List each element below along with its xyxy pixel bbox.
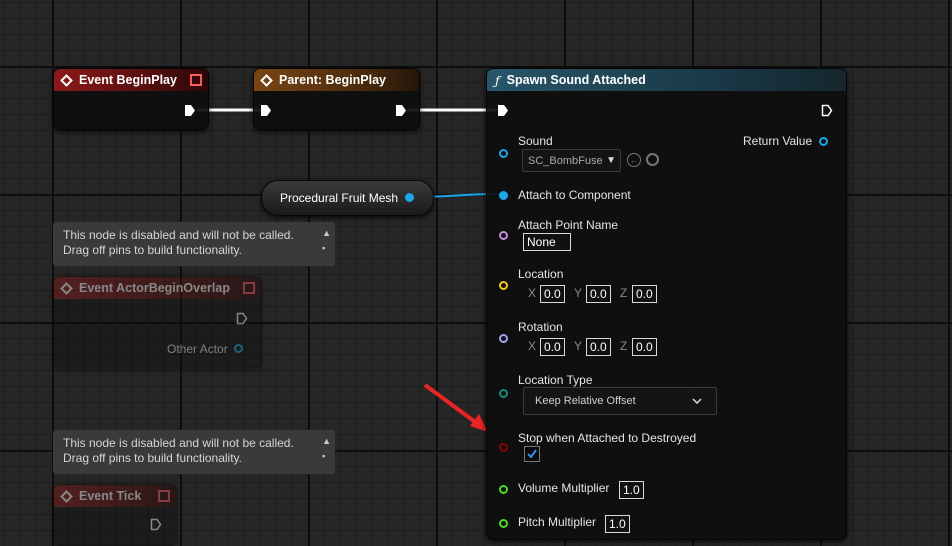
disabled-node-comment: This node is disabled and will not be ca… (53, 430, 335, 474)
attach-to-component-label: Attach to Component (518, 188, 631, 202)
location-label: Location (518, 267, 564, 281)
sound-pin[interactable] (499, 149, 508, 158)
comment-line-2: Drag off pins to build functionality. (63, 243, 242, 257)
disabled-node-comment: This node is disabled and will not be ca… (53, 222, 335, 266)
other-actor-label: Other Actor (167, 342, 228, 356)
chevron-down-icon: ▼ (606, 155, 616, 166)
comment-line-2: Drag off pins to build functionality. (63, 451, 242, 465)
comment-line-1: This node is disabled and will not be ca… (63, 228, 294, 242)
return-value-label: Return Value (743, 134, 813, 148)
spawn-sound-attached-node[interactable]: ƒ Spawn Sound Attached Sound SC_BombFuse… (486, 68, 847, 540)
delegate-pin-icon[interactable] (158, 490, 170, 502)
rotation-z-field[interactable]: 0.0 (632, 338, 657, 356)
location-type-label: Location Type (518, 373, 593, 387)
other-actor-pin[interactable] (234, 344, 243, 353)
volume-multiplier-field[interactable]: 1.0 (619, 481, 644, 499)
sound-label: Sound (518, 134, 553, 148)
procedural-fruit-mesh-node[interactable]: Procedural Fruit Mesh (261, 180, 434, 216)
location-y-field[interactable]: 0.0 (586, 285, 611, 303)
location-x-axis-label: X (528, 286, 537, 300)
stop-when-destroyed-label: Stop when Attached to Destroyed (518, 431, 697, 445)
pitch-multiplier-field[interactable]: 1.0 (605, 515, 630, 533)
node-header: Event BeginPlay (54, 69, 208, 91)
exec-out-pin[interactable] (150, 518, 162, 531)
exec-in-pin[interactable] (260, 104, 272, 117)
node-title: Event Tick (79, 489, 142, 503)
node-title: Event BeginPlay (79, 73, 177, 87)
exec-out-pin[interactable] (395, 104, 407, 117)
pin-icon[interactable]: ▲ ▪ (322, 226, 331, 256)
parent-begin-play-node[interactable]: Parent: BeginPlay (253, 68, 420, 130)
rotation-pin[interactable] (499, 334, 508, 343)
delegate-pin-icon[interactable] (190, 74, 202, 86)
node-header: ƒ Spawn Sound Attached (487, 69, 846, 91)
event-icon (260, 73, 273, 87)
node-header: Parent: BeginPlay (254, 69, 419, 91)
location-y-axis-label: Y (574, 286, 583, 300)
location-type-dropdown[interactable]: Keep Relative Offset (523, 387, 717, 415)
browse-asset-search-icon[interactable] (646, 153, 659, 166)
exec-out-pin[interactable] (821, 104, 833, 117)
sound-asset-value: SC_BombFuse (528, 154, 603, 167)
event-icon (60, 489, 73, 503)
location-z-field[interactable]: 0.0 (632, 285, 657, 303)
rotation-y-field[interactable]: 0.0 (586, 338, 611, 356)
location-type-pin[interactable] (499, 389, 508, 398)
variable-name: Procedural Fruit Mesh (280, 191, 399, 205)
attach-to-component-pin[interactable] (499, 191, 508, 200)
node-title: Spawn Sound Attached (506, 73, 646, 87)
node-title: Parent: BeginPlay (279, 73, 386, 87)
exec-out-pin[interactable] (184, 104, 196, 117)
rotation-z-axis-label: Z (620, 339, 628, 353)
node-header: Event ActorBeginOverlap (54, 277, 261, 299)
variable-output-pin[interactable] (405, 193, 414, 202)
event-icon (60, 73, 73, 87)
exec-out-pin[interactable] (236, 312, 248, 325)
rotation-label: Rotation (518, 320, 563, 334)
location-z-axis-label: Z (620, 286, 628, 300)
location-x-field[interactable]: 0.0 (540, 285, 565, 303)
stop-when-destroyed-checkbox[interactable] (524, 446, 540, 462)
function-icon: ƒ (495, 72, 500, 88)
sound-asset-dropdown[interactable]: SC_BombFuse ▼ (522, 149, 621, 172)
event-begin-play-node[interactable]: Event BeginPlay (53, 68, 209, 130)
event-icon (60, 281, 73, 295)
node-title: Event ActorBeginOverlap (79, 281, 230, 295)
event-actor-begin-overlap-node[interactable]: Event ActorBeginOverlap Other Actor (53, 276, 262, 368)
pin-icon[interactable]: ▲ ▪ (322, 434, 331, 464)
node-header: Event Tick (54, 485, 176, 507)
rotation-x-axis-label: X (528, 339, 537, 353)
exec-in-pin[interactable] (497, 104, 509, 117)
checkmark-icon (527, 449, 537, 459)
use-selected-asset-icon[interactable]: ← (627, 153, 641, 167)
pitch-multiplier-label: Pitch Multiplier (518, 515, 597, 529)
event-tick-node[interactable]: Event Tick (53, 484, 177, 546)
attach-point-name-field[interactable]: None (523, 233, 571, 251)
return-value-pin[interactable] (819, 137, 828, 146)
delegate-pin-icon[interactable] (243, 282, 255, 294)
chevron-down-icon (692, 398, 702, 404)
location-pin[interactable] (499, 281, 508, 290)
comment-line-1: This node is disabled and will not be ca… (63, 436, 294, 450)
volume-multiplier-pin[interactable] (499, 485, 508, 494)
rotation-x-field[interactable]: 0.0 (540, 338, 565, 356)
attach-point-name-pin[interactable] (499, 231, 508, 240)
annotation-arrow (423, 383, 480, 426)
stop-when-destroyed-pin[interactable] (499, 443, 508, 452)
attach-point-name-label: Attach Point Name (518, 218, 619, 232)
location-type-value: Keep Relative Offset (535, 395, 636, 407)
volume-multiplier-label: Volume Multiplier (518, 481, 610, 495)
rotation-y-axis-label: Y (574, 339, 583, 353)
